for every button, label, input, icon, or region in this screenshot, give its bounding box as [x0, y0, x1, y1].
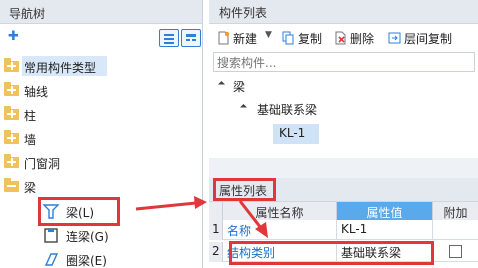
tree-item-label: 墙 — [24, 133, 37, 147]
tree-item-label: 梁 — [24, 181, 37, 195]
folder-plus-icon — [4, 58, 19, 72]
header-property-value: 属性值 — [337, 202, 433, 220]
tree-item-column[interactable]: 柱 — [0, 104, 202, 126]
row-number: 1 — [209, 220, 223, 240]
component-tree: 梁 基础联系梁 KL-1 — [209, 72, 478, 158]
tree-item-label: 常用构件类型 — [24, 61, 97, 75]
tree-node-foundation-beam[interactable]: 基础联系梁 — [237, 101, 357, 119]
header-property-name: 属性名称 — [223, 202, 337, 220]
new-button[interactable]: 新建 ▼ — [217, 30, 281, 48]
expand-triangle-icon — [239, 103, 248, 112]
link-beam-icon — [44, 228, 58, 243]
beam-icon — [42, 204, 60, 219]
new-file-icon — [218, 31, 230, 45]
attach-cell — [433, 242, 478, 262]
add-icon[interactable]: ✚ — [8, 30, 24, 44]
properties-title: 属性列表 — [209, 178, 478, 202]
dropdown-arrow-icon: ▼ — [265, 30, 272, 40]
tree-item-label: 门窗洞 — [24, 157, 61, 171]
property-value-cell[interactable]: KL-1 — [337, 220, 433, 240]
folder-plus-icon — [4, 82, 19, 96]
property-value-cell[interactable]: 基础联系梁 — [337, 242, 433, 262]
component-toolbar: 新建 ▼ 复制 删除 层间复制 — [209, 24, 478, 52]
table-row[interactable]: 2 结构类别 基础联系梁 — [209, 242, 478, 262]
tree-item-beam[interactable]: 梁 — [0, 176, 202, 198]
tree-item-door-window[interactable]: 门窗洞 — [0, 152, 202, 174]
ring-beam-icon — [44, 253, 59, 266]
folder-plus-icon — [4, 106, 19, 120]
list-view-icon[interactable] — [159, 29, 179, 47]
table-view-icon[interactable] — [181, 29, 201, 47]
right-panels: 构件列表 新建 ▼ 复制 删除 层间复制 搜索构件... 梁 基础联系梁 KL-… — [209, 0, 478, 268]
sub-item-label: 连梁(G) — [66, 230, 109, 244]
table-row[interactable]: 1 名称 KL-1 — [209, 220, 478, 240]
tree-item-wall[interactable]: 墙 — [0, 128, 202, 150]
attach-cell — [433, 220, 478, 240]
delete-icon — [335, 31, 346, 45]
component-list-title: 构件列表 — [209, 0, 478, 24]
sub-item-label: 圈梁(E) — [66, 254, 107, 268]
copy-button[interactable]: 复制 — [282, 30, 332, 48]
sub-item-ring-beam[interactable]: 圈梁(E) — [38, 248, 198, 268]
sub-item-beam-l[interactable]: 梁(L) — [38, 200, 198, 224]
sub-item-label: 梁(L) — [66, 206, 95, 220]
floor-copy-icon — [388, 32, 401, 44]
sub-item-link-beam[interactable]: 连梁(G) — [38, 224, 198, 248]
search-input[interactable] — [213, 52, 475, 72]
properties-table: 属性名称 属性值 附加 1 名称 KL-1 2 结构类别 基础联系梁 — [209, 202, 478, 268]
header-row-number — [209, 202, 223, 220]
attach-checkbox[interactable] — [449, 245, 462, 258]
nav-toolbar: ✚ — [0, 24, 202, 52]
folder-plus-icon — [4, 154, 19, 168]
panel-separator — [209, 158, 478, 180]
navigation-tree-panel: 导航树 ✚ 常用构件类型 轴线 柱 墙 门窗洞 梁 梁(L) 连梁(G) 圈梁(… — [0, 0, 203, 268]
expand-triangle-icon — [217, 80, 226, 89]
floor-copy-button[interactable]: 层间复制 — [388, 30, 466, 48]
tree-item-label: 柱 — [24, 109, 37, 123]
header-attach: 附加 — [433, 202, 478, 220]
tree-item-label: 轴线 — [24, 85, 49, 99]
tree-item-common-types[interactable]: 常用构件类型 — [0, 56, 202, 78]
row-number: 2 — [209, 242, 223, 262]
property-name-cell: 名称 — [223, 220, 337, 240]
property-name-cell: 结构类别 — [223, 242, 337, 262]
delete-button[interactable]: 删除 — [334, 30, 386, 48]
copy-icon — [282, 31, 294, 45]
folder-minus-icon — [4, 178, 19, 192]
nav-panel-title: 导航树 — [0, 0, 202, 24]
folder-plus-icon — [4, 130, 19, 144]
tree-node-kl-1[interactable]: KL-1 — [279, 126, 319, 144]
tree-node-beam[interactable]: 梁 — [215, 78, 275, 96]
tree-item-axis[interactable]: 轴线 — [0, 80, 202, 102]
